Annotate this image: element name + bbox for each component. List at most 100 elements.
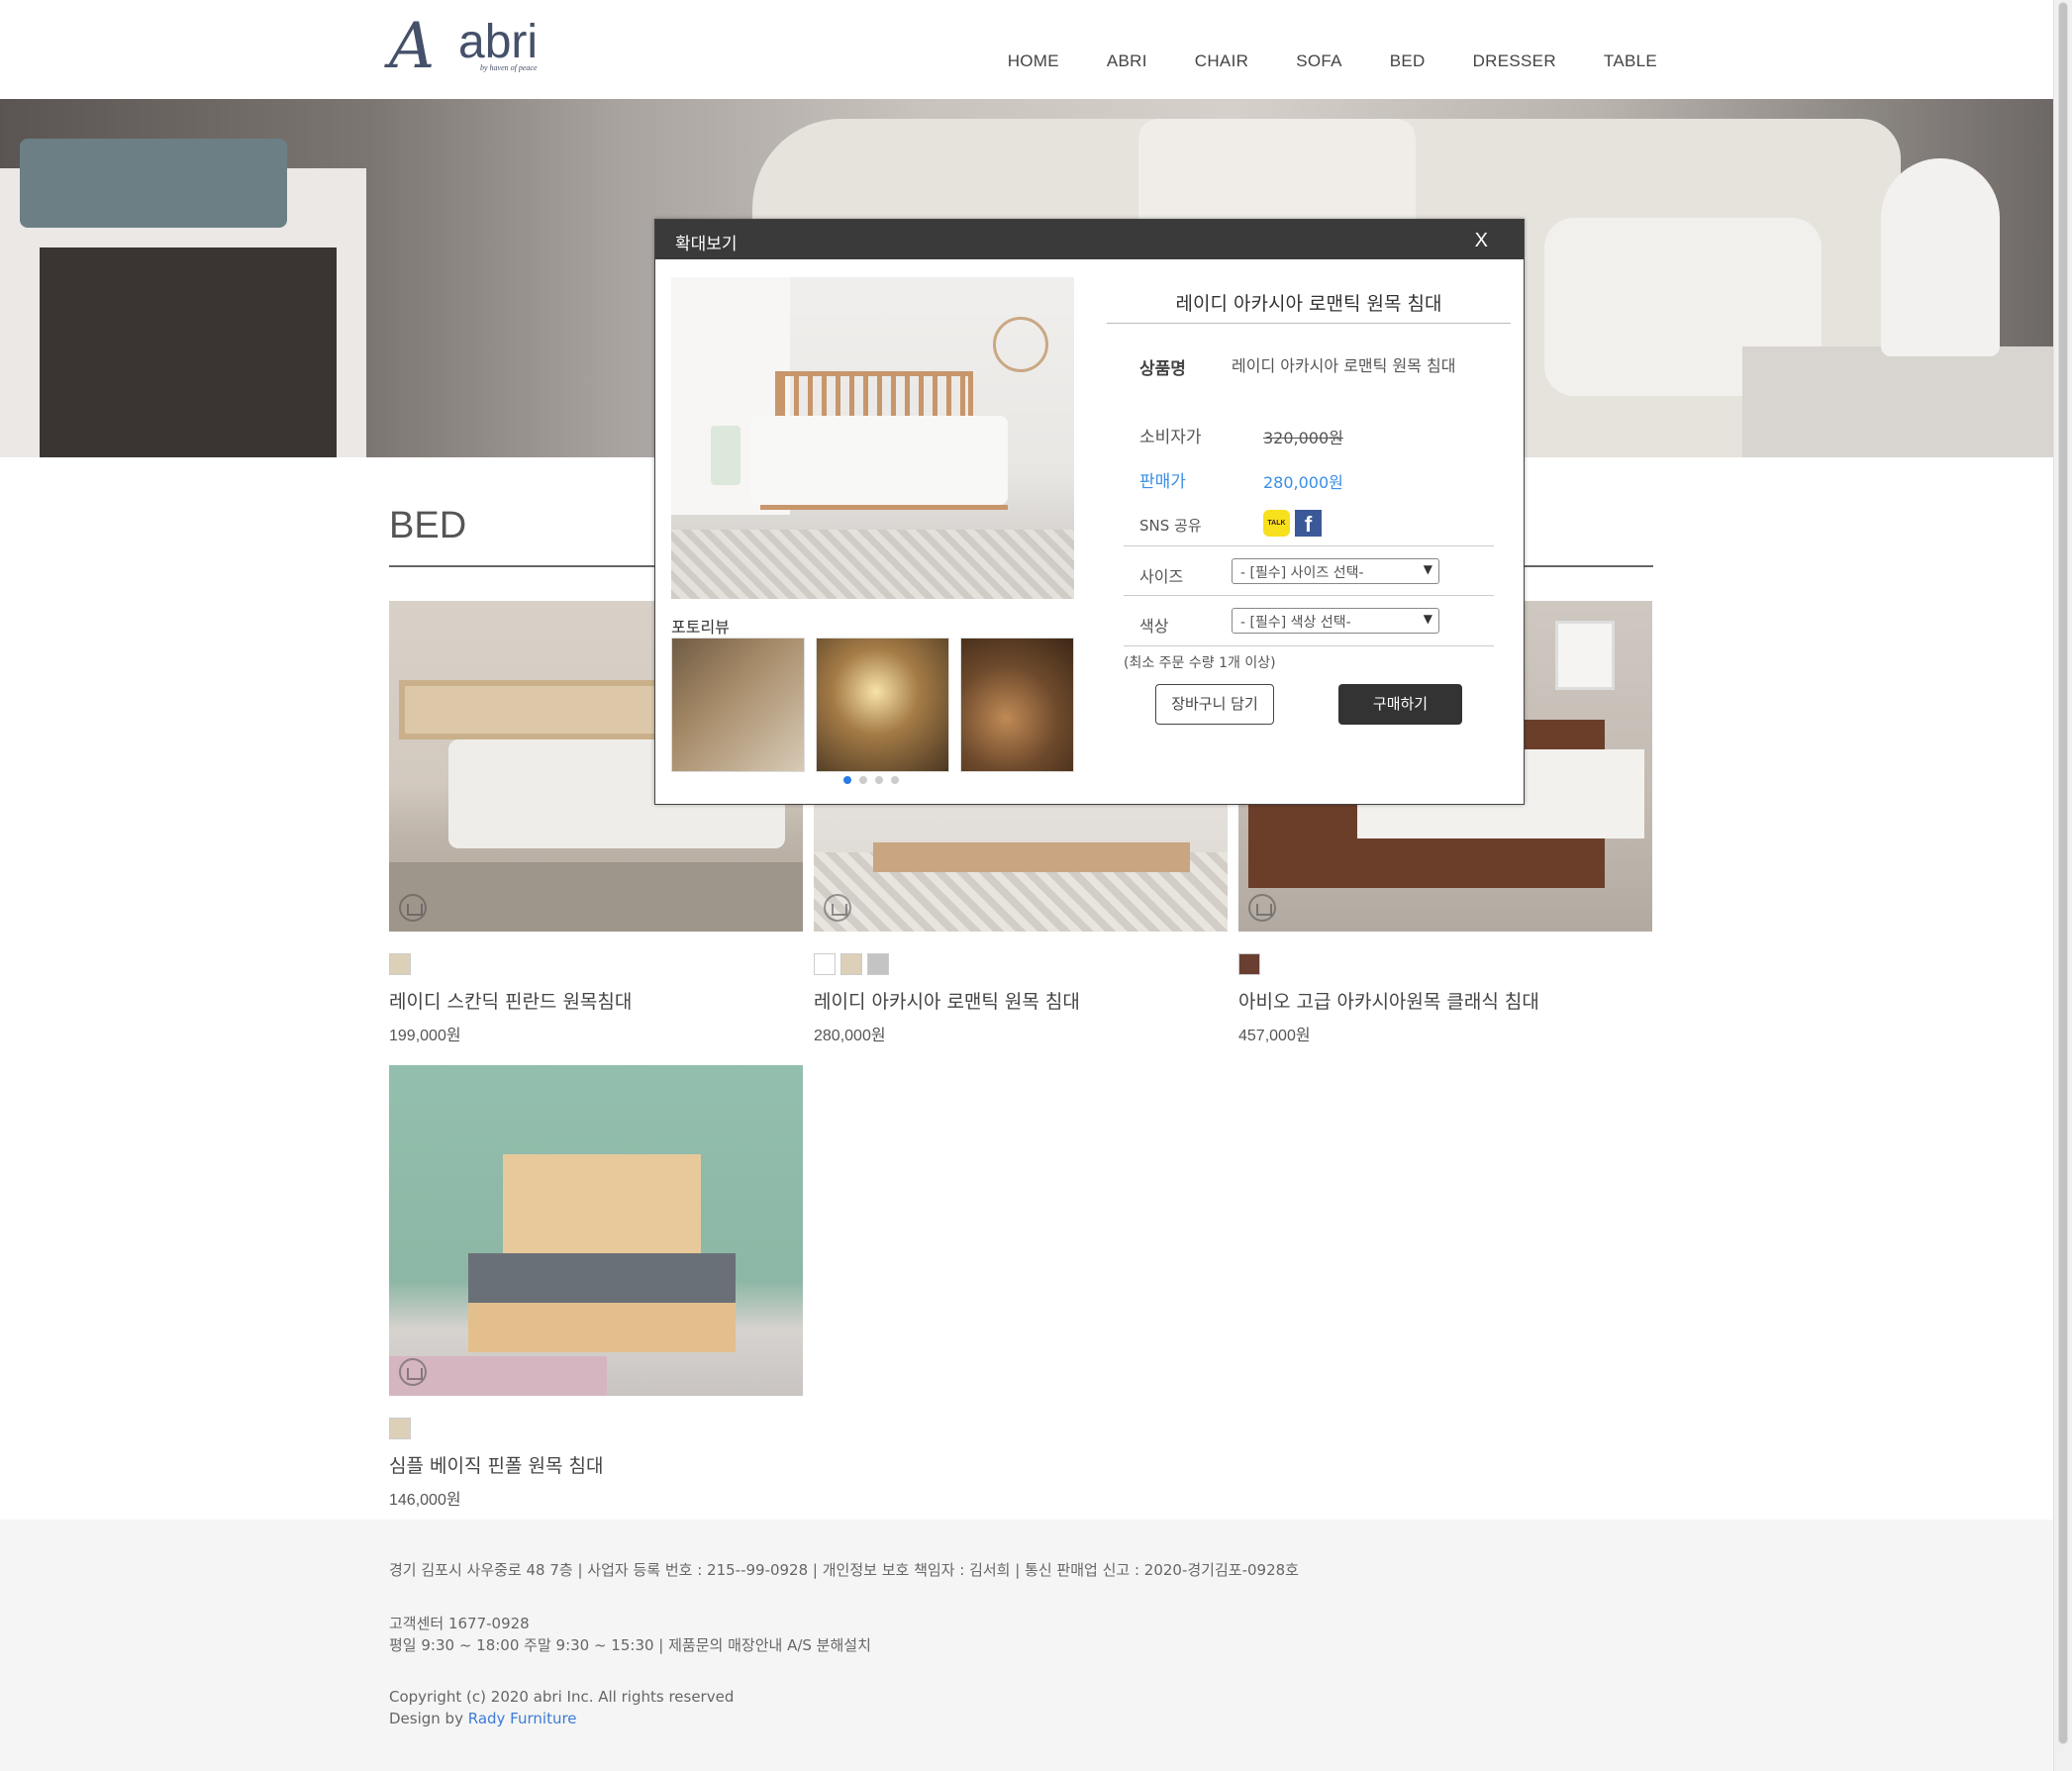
color-select[interactable]: - [필수] 색상 선택- ▼ [1232,608,1439,634]
review-thumbnail[interactable] [671,638,805,772]
main-nav: HOME ABRI CHAIR SOFA BED DRESSER TABLE [1008,51,1657,71]
site-footer: 경기 김포시 사우중로 48 7층 | 사업자 등록 번호 : 215--99-… [0,1520,2053,1771]
cart-icon[interactable] [1248,894,1276,922]
product-image[interactable] [389,1065,803,1396]
kakaotalk-share-icon[interactable]: TALK [1263,510,1290,537]
carousel-dot[interactable] [859,776,867,784]
color-swatch[interactable] [389,1418,411,1439]
close-button[interactable]: X [1475,230,1488,252]
product-price: 146,000원 [389,1492,461,1509]
image-bed-frame [873,842,1190,872]
name-value: 레이디 아카시아 로맨틱 원목 침대 [1232,356,1456,375]
product-price: 280,000원 [814,1028,886,1044]
nav-home[interactable]: HOME [1008,51,1059,71]
review-thumbnail[interactable] [960,638,1074,772]
product-card[interactable]: 심플 베이직 핀폴 원목 침대 146,000원 [389,1065,803,1510]
nav-chair[interactable]: CHAIR [1195,51,1248,71]
nav-dresser[interactable]: DRESSER [1473,51,1556,71]
color-select-value: - [필수] 색상 선택- [1240,615,1351,631]
option-divider [1124,545,1494,546]
image-mattress [468,1253,736,1303]
name-label: 상품명 [1139,359,1186,379]
cart-icon[interactable] [399,894,427,922]
nav-bed[interactable]: BED [1390,51,1426,71]
consumer-price-label: 소비자가 [1139,428,1202,447]
image-vase [711,426,740,485]
color-swatches [389,1418,803,1439]
color-swatches [389,953,803,975]
product-name[interactable]: 심플 베이직 핀폴 원목 침대 [389,1451,803,1478]
add-to-cart-button[interactable]: 장바구니 담기 [1155,684,1274,725]
footer-design-credit: Design by Rady Furniture [389,1710,577,1727]
logo-script-letter: A [389,10,436,83]
modal-header: 확대보기 X [655,220,1524,259]
scrollbar-thumb[interactable] [2058,2,2068,1744]
site-header: A abri by haven of peace HOME ABRI CHAIR… [0,0,2053,99]
sale-price-label: 판매가 [1139,472,1186,492]
quick-view-modal: 확대보기 X 포토리뷰 레이디 아카시아 로맨틱 원목 침대 상품명 레이디 아… [654,219,1525,805]
size-select[interactable]: - [필수] 사이즈 선택- ▼ [1232,558,1439,584]
product-name[interactable]: 레이디 스칸딕 핀란드 원목침대 [389,987,803,1014]
footer-company-info: 경기 김포시 사우중로 48 7층 | 사업자 등록 번호 : 215--99-… [389,1561,1299,1579]
option-divider [1124,595,1494,596]
cart-icon[interactable] [824,894,851,922]
carousel-dot[interactable] [891,776,899,784]
section-title: BED [389,505,467,546]
minimum-order-note: (최소 주문 수량 1개 이상) [1124,655,1276,671]
nav-sofa[interactable]: SOFA [1296,51,1342,71]
modal-main-image [671,277,1074,599]
size-label: 사이즈 [1139,567,1184,586]
modal-product-title: 레이디 아카시아 로맨틱 원목 침대 [1175,293,1442,315]
color-swatch[interactable] [389,953,411,975]
nav-table[interactable]: TABLE [1604,51,1657,71]
image-duvet [750,416,1008,505]
footer-copyright: Copyright (c) 2020 abri Inc. All rights … [389,1688,735,1706]
image-floor [389,862,803,932]
footer-hours: 평일 9:30 ~ 18:00 주말 9:30 ~ 15:30 | 제품문의 매… [389,1636,871,1654]
color-swatches [814,953,1228,975]
color-label: 색상 [1139,617,1169,636]
title-divider [1107,323,1511,324]
abri-logo[interactable]: A abri by haven of peace [389,14,547,79]
logo-wordmark: abri [458,16,539,68]
product-price: 199,000원 [389,1028,461,1044]
hero-lamp [1881,158,2000,356]
size-select-value: - [필수] 사이즈 선택- [1240,565,1364,581]
hero-side-table [1742,346,2053,457]
carousel-dot[interactable] [843,776,851,784]
color-swatch[interactable] [1238,953,1260,975]
photo-review-label: 포토리뷰 [671,618,730,637]
image-wreath [993,317,1048,372]
image-rug [671,530,1074,599]
hero-shelf-interior [40,247,337,457]
footer-customer-center: 고객센터 1677-0928 [389,1615,530,1632]
chevron-down-icon: ▼ [1423,562,1432,576]
design-prefix: Design by [389,1710,468,1727]
image-wall-art [1555,621,1615,690]
sale-price-value: 280,000원 [1263,473,1343,492]
buy-now-button[interactable]: 구매하기 [1338,684,1462,725]
carousel-dots [843,776,899,784]
option-divider [1124,645,1494,646]
design-brand-link[interactable]: Rady Furniture [468,1710,577,1727]
product-name[interactable]: 아비오 고급 아카시아원목 클래식 침대 [1238,987,1652,1014]
cart-icon[interactable] [399,1358,427,1386]
consumer-price-value: 320,000원 [1263,429,1343,447]
facebook-share-icon[interactable]: f [1295,510,1322,537]
image-bed-base [468,1303,736,1352]
color-swatches [1238,953,1652,975]
nav-abri[interactable]: ABRI [1107,51,1147,71]
color-swatch[interactable] [840,953,862,975]
hero-turntable [20,139,287,228]
image-headboard [775,371,973,421]
product-name[interactable]: 레이디 아카시아 로맨틱 원목 침대 [814,987,1228,1014]
sns-share-label: SNS 공유 [1139,517,1202,535]
page-scrollbar[interactable] [2053,0,2072,1771]
carousel-dot[interactable] [875,776,883,784]
color-swatch[interactable] [814,953,836,975]
color-swatch[interactable] [867,953,889,975]
review-thumbnail[interactable] [816,638,949,772]
modal-title: 확대보기 [675,235,738,254]
image-headboard [503,1154,701,1263]
review-carousel[interactable] [671,638,1074,772]
